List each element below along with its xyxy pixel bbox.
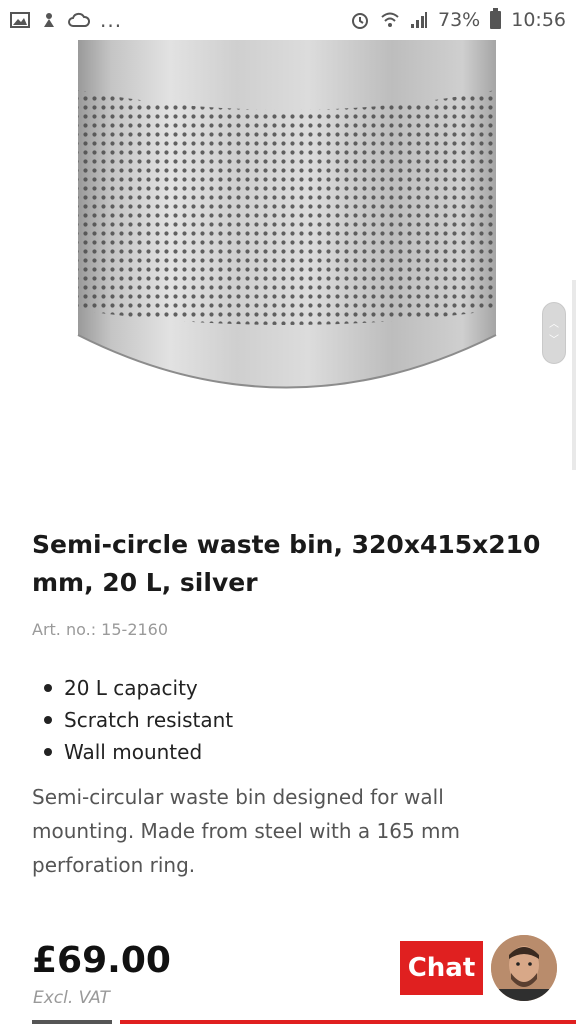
- feature-text: Wall mounted: [64, 740, 203, 764]
- scroll-handle[interactable]: ︿ ﹀: [542, 302, 566, 364]
- chevron-down-icon: ﹀: [549, 335, 559, 346]
- product-title: Semi-circle waste bin, 320x415x210 mm, 2…: [32, 530, 541, 597]
- feature-item: 20 L capacity: [32, 672, 233, 704]
- status-bar: ... 73% 10:56: [0, 0, 576, 40]
- chevron-up-icon: ︿: [549, 319, 559, 330]
- status-right: 73% 10:56: [350, 8, 566, 31]
- status-left: ...: [10, 8, 122, 32]
- bullet-icon: [44, 684, 52, 692]
- image-icon: [10, 12, 30, 28]
- more-notifications: ...: [100, 8, 123, 32]
- wifi-icon: [380, 11, 400, 29]
- product-description: Semi-circular waste bin designed for wal…: [32, 785, 461, 877]
- bullet-icon: [44, 716, 52, 724]
- chat-button[interactable]: Chat: [400, 941, 483, 995]
- scroll-track: [572, 280, 576, 470]
- feature-item: Wall mounted: [32, 736, 233, 768]
- avatar-illustration: [491, 935, 557, 1001]
- add-to-cart-quantity-edge: [32, 1020, 112, 1024]
- signal-icon: [410, 11, 428, 29]
- vat-note: Excl. VAT: [33, 988, 110, 1008]
- price: £69.00: [32, 940, 171, 981]
- cloud-icon: [68, 12, 90, 28]
- product-image[interactable]: ︿ ﹀: [0, 40, 576, 480]
- battery-icon: [490, 8, 502, 29]
- notification-icon: [40, 11, 58, 29]
- feature-list: 20 L capacity Scratch resistant Wall mou…: [32, 672, 233, 768]
- article-number: Art. no.: 15-2160: [32, 620, 169, 639]
- waste-bin-illustration: [77, 40, 497, 389]
- bullet-icon: [44, 748, 52, 756]
- alarm-icon: [350, 10, 370, 30]
- add-to-cart-edge[interactable]: [120, 1020, 576, 1024]
- feature-item: Scratch resistant: [32, 704, 233, 736]
- battery-percent: 73%: [438, 9, 481, 31]
- feature-text: Scratch resistant: [64, 708, 234, 732]
- chat-agent-avatar[interactable]: [491, 935, 557, 1001]
- feature-text: 20 L capacity: [64, 676, 198, 700]
- clock: 10:56: [511, 9, 566, 31]
